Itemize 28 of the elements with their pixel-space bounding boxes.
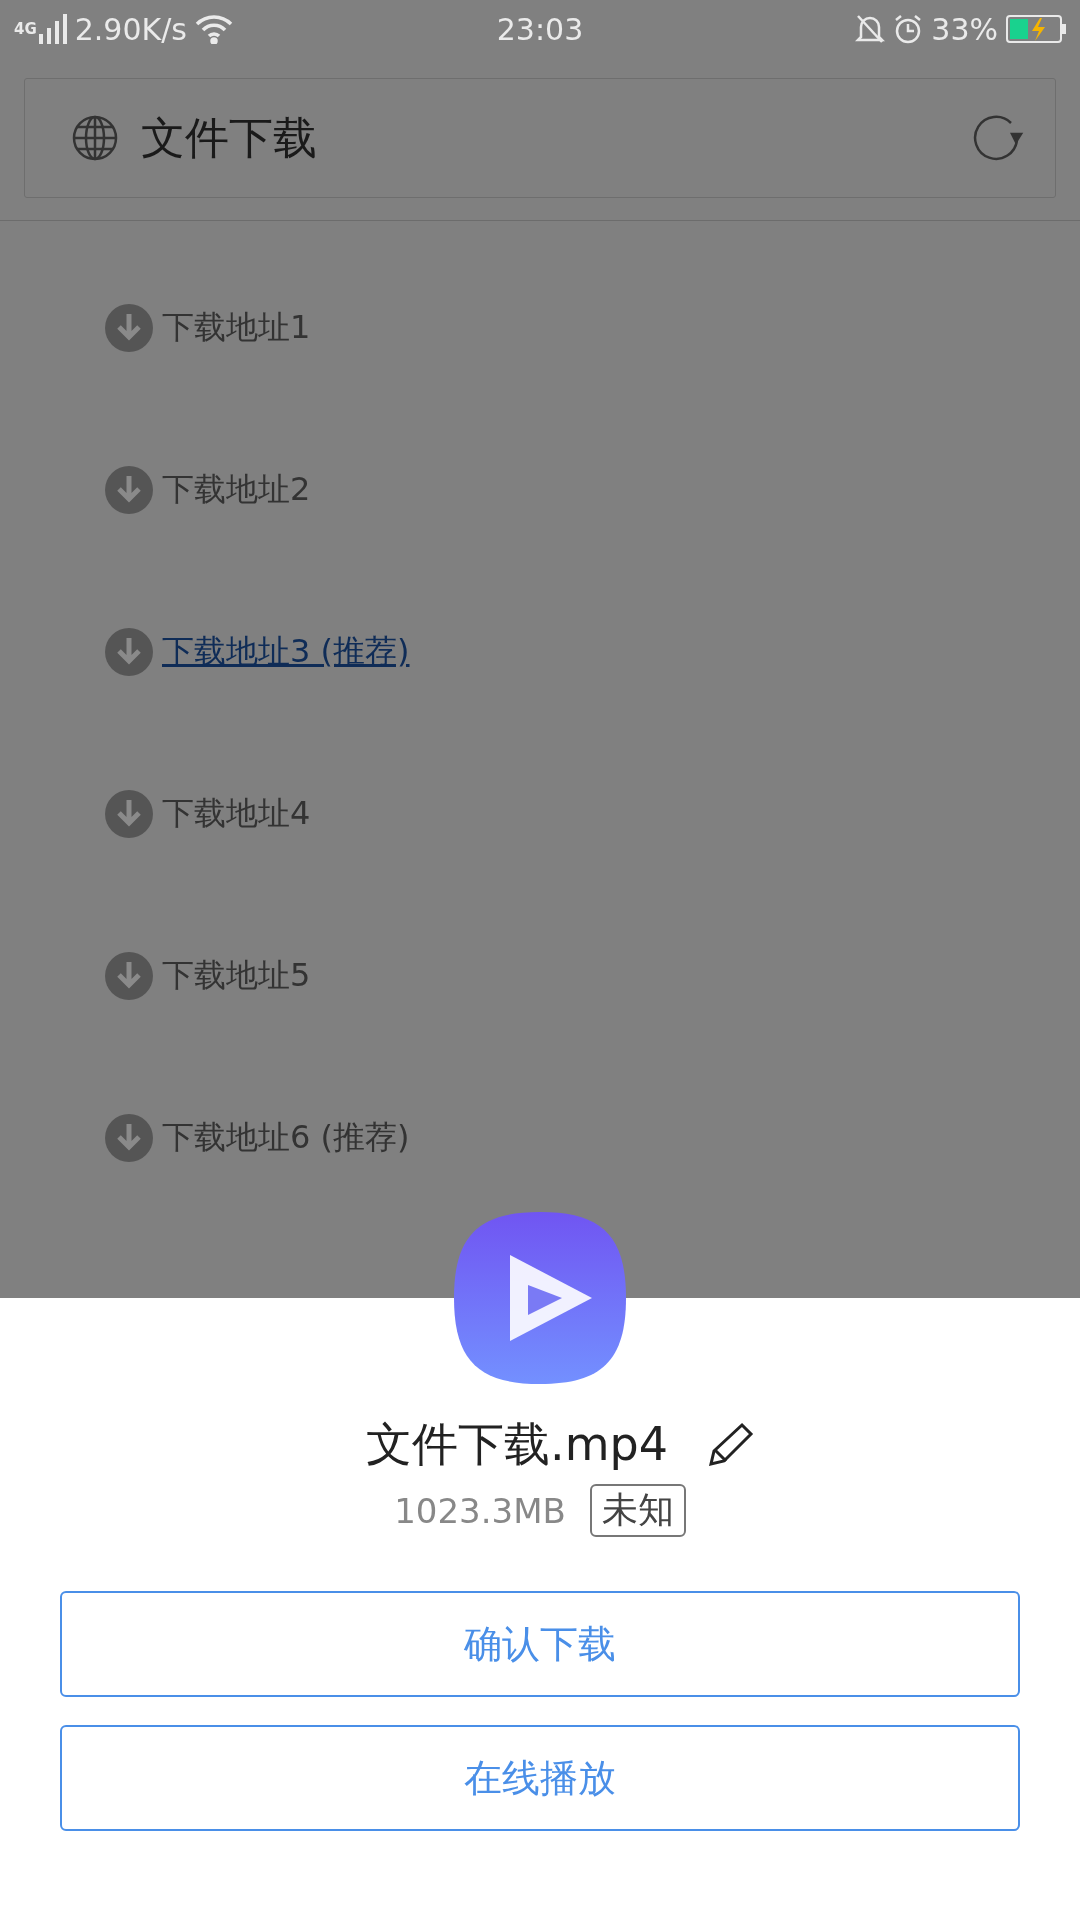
download-icon — [104, 465, 154, 515]
status-tag: 未知 — [589, 1484, 686, 1537]
signal-icon — [38, 14, 67, 44]
download-link[interactable]: 下载地址1 — [162, 303, 311, 351]
download-link[interactable]: 下载地址5 — [162, 951, 311, 999]
action-button[interactable]: 在线播放 — [60, 1725, 1020, 1831]
download-link[interactable]: 下载地址4 — [162, 789, 311, 837]
download-icon — [104, 303, 154, 353]
action-button[interactable]: 确认下载 — [60, 1591, 1020, 1697]
download-icon — [104, 1113, 154, 1163]
pencil-icon[interactable] — [707, 1422, 754, 1468]
file-size: 1023.3MB — [394, 1490, 566, 1531]
muted-bell-icon — [855, 13, 886, 45]
page-title: 文件下载 — [141, 110, 318, 165]
charging-battery-icon — [1006, 15, 1066, 43]
network-speed: 2.90K/s — [74, 11, 187, 47]
download-icon — [104, 627, 154, 677]
wifi-icon — [194, 14, 233, 44]
file-name: 文件下载.mp4 — [366, 1416, 668, 1473]
download-icon — [104, 951, 154, 1001]
battery-percent: 33% — [931, 11, 998, 47]
clock: 23:03 — [496, 11, 584, 47]
download-link[interactable]: 下载地址6 (推荐) — [162, 1113, 410, 1161]
download-icon — [104, 789, 154, 839]
download-link[interactable]: 下载地址2 — [162, 465, 311, 513]
network-type: 4G — [14, 19, 37, 38]
globe-icon — [71, 114, 119, 162]
download-link[interactable]: 下载地址3 (推荐) — [162, 627, 410, 675]
